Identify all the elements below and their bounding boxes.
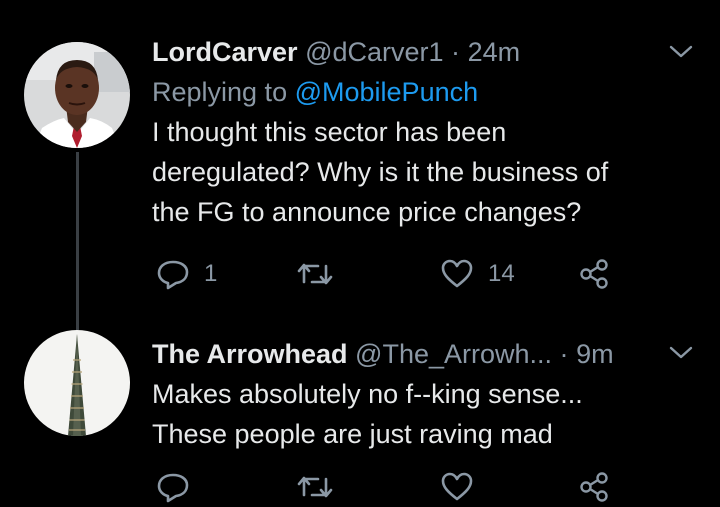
like-button[interactable]: 14 bbox=[440, 254, 515, 294]
tweet-text: I thought this sector has been deregulat… bbox=[152, 112, 690, 232]
like-count: 14 bbox=[488, 260, 515, 287]
tweet-actions bbox=[152, 467, 632, 507]
tweet-menu-button[interactable] bbox=[668, 343, 694, 363]
timestamp[interactable]: 9m bbox=[576, 339, 614, 369]
chevron-down-icon bbox=[669, 346, 693, 359]
reply-button[interactable] bbox=[156, 467, 204, 507]
tweet-text: Makes absolutely no f--king sense... The… bbox=[152, 374, 690, 454]
replying-to-label: Replying to bbox=[152, 77, 288, 107]
tweet-content: The Arrowhead @The_Arrowh... · 9m Makes … bbox=[152, 334, 690, 454]
like-icon bbox=[441, 259, 473, 288]
tweet-text-line: Makes absolutely no f--king sense... bbox=[152, 379, 583, 409]
retweet-icon bbox=[297, 476, 333, 498]
tweet-header: LordCarver @dCarver1 · 24m bbox=[152, 32, 690, 72]
tweet-text-line: These people are just raving mad bbox=[152, 419, 553, 449]
tweet-text-line: deregulated? Why is it the business of bbox=[152, 157, 609, 187]
tweet-text-line: I thought this sector has been bbox=[152, 117, 507, 147]
retweet-icon bbox=[297, 263, 333, 285]
reply-icon bbox=[157, 473, 189, 503]
tower-avatar-icon bbox=[24, 330, 130, 436]
user-handle[interactable]: @The_Arrowh... bbox=[355, 339, 552, 369]
retweet-button[interactable] bbox=[296, 467, 348, 507]
thread-line bbox=[76, 152, 79, 330]
mention-link[interactable]: @MobilePunch bbox=[295, 77, 479, 107]
tweet-text-line: the FG to announce price changes? bbox=[152, 197, 582, 227]
display-name[interactable]: The Arrowhead bbox=[152, 339, 348, 369]
separator-dot: · bbox=[559, 339, 569, 369]
tweet-content: LordCarver @dCarver1 · 24m Replying to @… bbox=[152, 32, 690, 232]
tweet-header: The Arrowhead @The_Arrowh... · 9m bbox=[152, 334, 690, 374]
share-icon bbox=[580, 259, 608, 289]
share-button[interactable] bbox=[578, 467, 610, 507]
tweet-menu-button[interactable] bbox=[668, 42, 694, 62]
tweet-lordcarver[interactable]: LordCarver @dCarver1 · 24m Replying to @… bbox=[0, 0, 720, 330]
timestamp[interactable]: 24m bbox=[468, 37, 521, 67]
replying-to-line: Replying to @MobilePunch bbox=[152, 72, 690, 112]
display-name[interactable]: LordCarver bbox=[152, 37, 298, 67]
reply-count: 1 bbox=[204, 260, 218, 287]
avatar[interactable] bbox=[24, 330, 130, 436]
chevron-down-icon bbox=[669, 45, 693, 58]
like-icon bbox=[441, 472, 473, 501]
tweet-actions: 1 14 bbox=[152, 254, 632, 294]
separator-dot: · bbox=[451, 37, 461, 67]
like-button[interactable] bbox=[440, 467, 488, 507]
share-icon bbox=[580, 472, 608, 502]
avatar[interactable] bbox=[24, 42, 130, 148]
user-photo-avatar-icon bbox=[24, 42, 130, 148]
share-button[interactable] bbox=[578, 254, 610, 294]
reply-button[interactable]: 1 bbox=[156, 254, 217, 294]
user-handle[interactable]: @dCarver1 bbox=[305, 37, 443, 67]
retweet-button[interactable] bbox=[296, 254, 348, 294]
tweet-arrowhead[interactable]: The Arrowhead @The_Arrowh... · 9m Makes … bbox=[0, 330, 720, 503]
reply-icon bbox=[157, 260, 189, 290]
